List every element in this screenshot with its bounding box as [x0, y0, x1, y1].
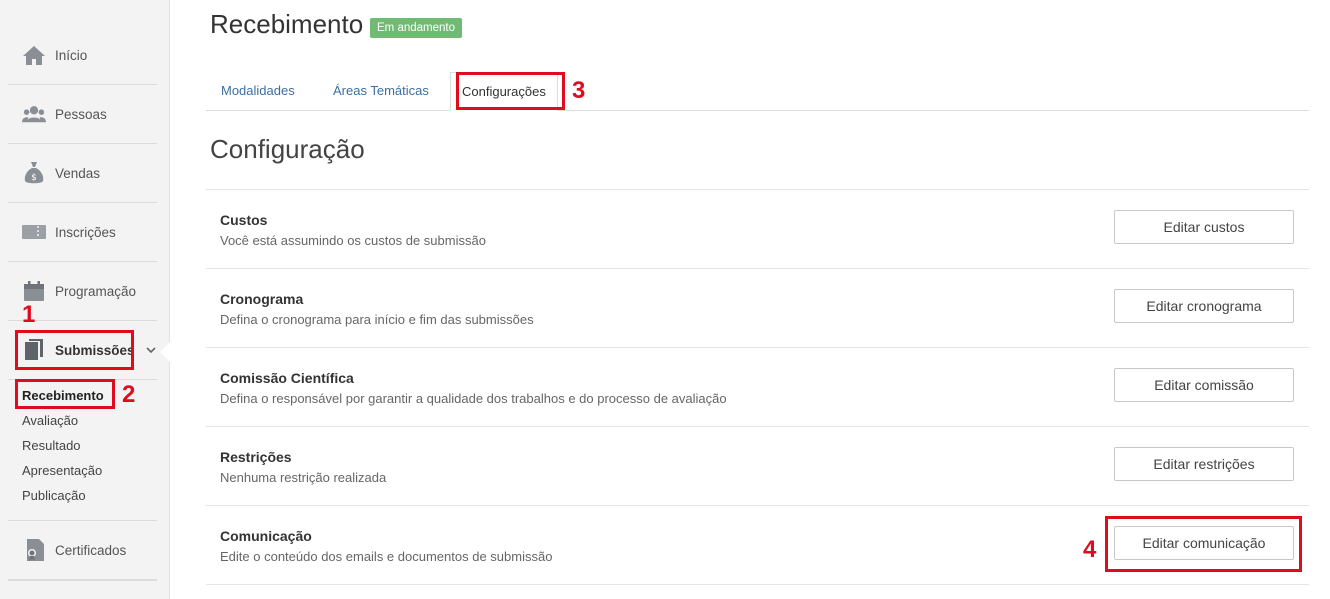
status-badge: Em andamento	[370, 18, 462, 38]
submenu-item-resultado[interactable]: Resultado	[22, 433, 104, 458]
row-description: Você está assumindo os custos de submiss…	[220, 233, 486, 248]
row-title: Cronograma	[220, 291, 304, 307]
annotation-number-3: 3	[572, 77, 586, 104]
edit-committee-button[interactable]: Editar comissão	[1114, 368, 1294, 402]
annotation-box-3	[456, 72, 565, 110]
tab-modalidades[interactable]: Modalidades	[221, 72, 295, 111]
sidebar-item-label: Inscrições	[55, 224, 116, 240]
sidebar-divider	[8, 580, 157, 581]
ticket-icon	[22, 220, 46, 244]
sidebar-item-label: Pessoas	[55, 106, 107, 122]
sidebar-item-label: Início	[55, 47, 88, 63]
tab-bar: Modalidades Áreas Temáticas Configuraçõe…	[206, 72, 1309, 111]
annotation-box-4	[1105, 516, 1302, 572]
settings-row-comissao: Comissão Científica Defina o responsável…	[206, 348, 1309, 427]
sidebar-item-inicio[interactable]: Início	[8, 26, 157, 85]
sidebar-item-certificados[interactable]: Certificados	[8, 521, 157, 580]
sidebar-item-label: Programação	[55, 283, 137, 299]
row-description: Edite o conteúdo dos emails e documentos…	[220, 549, 553, 564]
money-bag-icon: $	[22, 161, 46, 185]
sidebar-item-vendas[interactable]: $ Vendas	[8, 144, 157, 203]
edit-schedule-button[interactable]: Editar cronograma	[1114, 289, 1294, 323]
annotation-box-1	[15, 330, 134, 370]
annotation-box-2	[15, 379, 115, 409]
submenu-item-apresentacao[interactable]: Apresentação	[22, 458, 104, 483]
sidebar-item-inscricoes[interactable]: Inscrições	[8, 203, 157, 262]
settings-row-custos: Custos Você está assumindo os custos de …	[206, 190, 1309, 269]
row-description: Defina o responsável por garantir a qual…	[220, 391, 727, 406]
home-icon	[22, 43, 46, 67]
submenu-item-avaliacao[interactable]: Avaliação	[22, 408, 104, 433]
edit-costs-button[interactable]: Editar custos	[1114, 210, 1294, 244]
row-title: Comunicação	[220, 528, 312, 544]
annotation-number-4: 4	[1083, 536, 1097, 563]
tab-areas-tematicas[interactable]: Áreas Temáticas	[333, 72, 429, 111]
settings-row-cronograma: Cronograma Defina o cronograma para iníc…	[206, 269, 1309, 348]
row-title: Restrições	[220, 449, 292, 465]
active-indicator	[160, 341, 171, 363]
calendar-icon	[22, 279, 46, 303]
page-title: Recebimento	[210, 9, 364, 39]
row-title: Custos	[220, 212, 268, 228]
sidebar-item-label: Vendas	[55, 165, 101, 181]
svg-text:$: $	[31, 173, 37, 183]
certificate-icon	[22, 538, 46, 562]
row-title: Comissão Científica	[220, 370, 354, 386]
annotation-number-2: 2	[122, 381, 136, 408]
section-title: Configuração	[210, 134, 365, 164]
sidebar-item-pessoas[interactable]: Pessoas	[8, 85, 157, 144]
annotation-number-1: 1	[22, 301, 36, 328]
chevron-down-icon[interactable]	[145, 343, 157, 361]
sidebar: Início Pessoas $ Vendas Inscrições Progr…	[0, 0, 170, 599]
settings-row-restricoes: Restrições Nenhuma restrição realizada E…	[206, 427, 1309, 506]
row-description: Defina o cronograma para início e fim da…	[220, 312, 534, 327]
submenu-item-publicacao[interactable]: Publicação	[22, 483, 104, 508]
people-icon	[22, 102, 46, 126]
edit-restrictions-button[interactable]: Editar restrições	[1114, 447, 1294, 481]
row-description: Nenhuma restrição realizada	[220, 470, 387, 485]
sidebar-item-label: Certificados	[55, 542, 127, 558]
